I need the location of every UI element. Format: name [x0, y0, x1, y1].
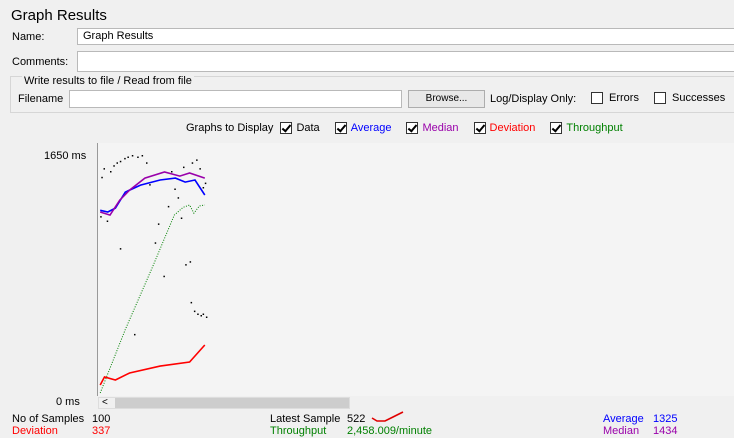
average-stat-value: 1325 [653, 413, 678, 425]
data-point [106, 220, 109, 222]
data-point [204, 182, 207, 185]
data-point [167, 205, 170, 208]
data-point [103, 168, 105, 170]
data-point [137, 156, 139, 158]
data-point [124, 157, 126, 160]
median-stat-value: 1434 [653, 425, 678, 437]
throughput-series-line [99, 204, 205, 394]
data-point [116, 162, 118, 164]
data-point [177, 197, 180, 199]
scroll-left-icon[interactable]: < [102, 397, 108, 408]
data-point [113, 165, 115, 167]
samples-value: 100 [92, 413, 111, 425]
deviation-stat-value: 337 [92, 425, 111, 437]
data-point [180, 217, 183, 219]
data-point [191, 162, 194, 164]
data-point [119, 160, 122, 163]
data-point [193, 310, 196, 313]
data-point [100, 216, 102, 218]
data-point [189, 261, 192, 263]
data-point [202, 313, 205, 315]
average-stat-label: Average [603, 413, 644, 425]
data-point [131, 155, 134, 157]
deviation-stat-label: Deviation [12, 425, 58, 437]
data-point [200, 315, 202, 317]
throughput-stat-value: 2,458.009/minute [347, 425, 433, 437]
data-point [101, 176, 103, 179]
data-point [149, 184, 151, 186]
deviation-series-line [99, 344, 206, 386]
throughput-stat-label: Throughput [270, 425, 327, 437]
data-point [197, 313, 199, 315]
data-point [154, 242, 157, 244]
data-point [185, 264, 187, 266]
data-point [202, 187, 205, 189]
data-point [110, 171, 112, 173]
data-point [134, 333, 136, 336]
data-point [157, 223, 160, 225]
data-point [199, 168, 201, 170]
data-point [146, 162, 148, 164]
data-point [205, 316, 208, 318]
data-point [127, 156, 129, 158]
data-point [190, 301, 193, 304]
graph-chart [99, 155, 208, 394]
data-point [196, 159, 198, 161]
samples-label: No of Samples [12, 413, 85, 425]
latest-sample-value: 522 [347, 413, 366, 425]
data-point [183, 166, 185, 169]
latest-sample-sparkline-icon [371, 411, 404, 422]
data-point [119, 248, 122, 250]
data-point [171, 171, 173, 173]
median-stat-label: Median [603, 425, 640, 437]
data-point [163, 275, 165, 278]
latest-sample-label: Latest Sample [270, 413, 341, 425]
scrollbar-thumb[interactable] [115, 398, 349, 408]
data-point [141, 155, 144, 157]
data-point [174, 188, 176, 190]
